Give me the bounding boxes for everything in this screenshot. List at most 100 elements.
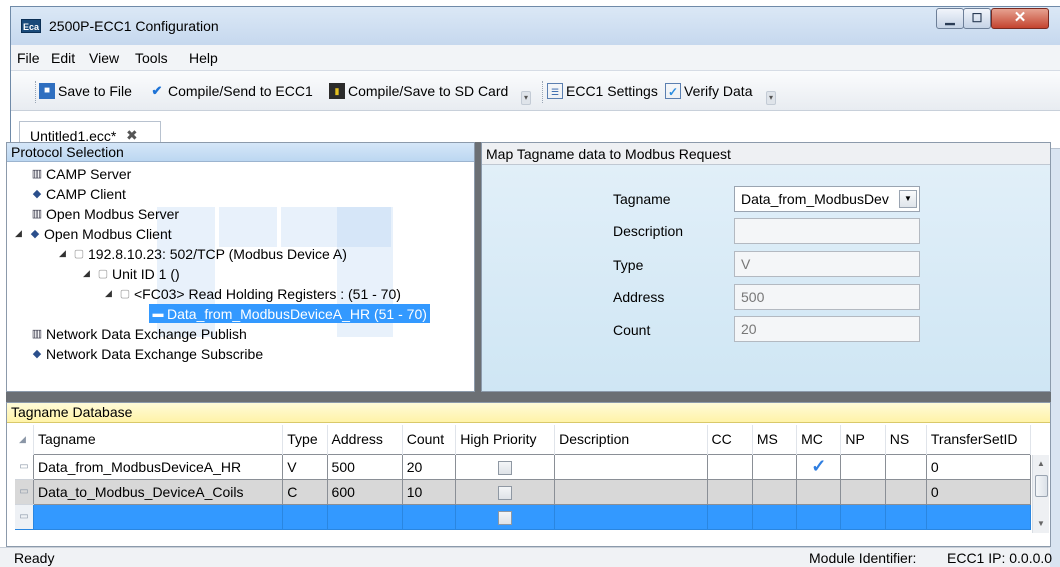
column-header-ns[interactable]: NS — [885, 425, 927, 454]
maximize-button[interactable]: ☐ — [963, 8, 991, 29]
menu-edit[interactable]: Edit — [51, 50, 75, 66]
cell-cc[interactable] — [706, 503, 753, 530]
high-priority-checkbox[interactable] — [498, 485, 513, 500]
type-field[interactable]: V — [734, 251, 920, 277]
column-header-address[interactable]: Address — [327, 425, 403, 454]
cell-high-priority[interactable] — [455, 503, 556, 530]
compile-send-button[interactable]: ✔ Compile/Send to ECC1 — [149, 83, 313, 99]
column-header-high-priority[interactable]: High Priority — [455, 425, 556, 454]
tree-item-fc03-read-holding[interactable]: ◢ ▢ <FC03> Read Holding Registers : (51 -… — [105, 284, 401, 303]
row-header[interactable]: ▭ — [15, 454, 34, 480]
cell-np[interactable] — [840, 503, 886, 530]
table-row[interactable]: ▭ Data_to_Modbus_DeviceA_Coils C 600 10 … — [15, 478, 1032, 505]
column-header-description[interactable]: Description — [554, 425, 708, 454]
cell-transfer-set-id[interactable] — [925, 503, 1032, 530]
cell-address[interactable]: 600 — [326, 478, 403, 505]
toolbar-overflow[interactable]: ▾ — [521, 91, 531, 105]
collapse-arrow-icon[interactable]: ◢ — [83, 268, 97, 279]
scroll-down-icon[interactable]: ▼ — [1037, 519, 1045, 528]
collapse-arrow-icon[interactable]: ◢ — [59, 248, 73, 259]
minimize-button[interactable]: ▁ — [936, 8, 964, 29]
title-bar[interactable]: Eca 2500P-ECC1 Configuration ▁ ☐ ✕ — [11, 7, 1060, 45]
cell-cc[interactable] — [706, 453, 753, 480]
collapse-arrow-icon[interactable]: ◢ — [105, 288, 119, 299]
cell-high-priority[interactable] — [455, 478, 556, 505]
cell-cc[interactable] — [706, 478, 753, 505]
column-header-cc[interactable]: CC — [707, 425, 753, 454]
tagname-dropdown[interactable]: Data_from_ModbusDev ▼ — [734, 186, 920, 212]
cell-transfer-set-id[interactable]: 0 — [925, 453, 1032, 480]
column-header-ms[interactable]: MS — [752, 425, 798, 454]
compile-sd-button[interactable]: ▮ Compile/Save to SD Card — [329, 83, 508, 99]
protocol-tree[interactable]: ▥ CAMP Server ◆ CAMP Client ▥ Open Modbus S… — [7, 162, 474, 391]
tree-item-nde-publish[interactable]: ▥ Network Data Exchange Publish — [31, 324, 247, 343]
toolbar-grip[interactable] — [33, 81, 36, 103]
cell-transfer-set-id[interactable]: 0 — [925, 478, 1032, 505]
tree-item-unit-id[interactable]: ◢ ▢ Unit ID 1 () — [83, 264, 180, 283]
cell-ms[interactable] — [751, 503, 798, 530]
cell-ms[interactable] — [751, 453, 798, 480]
tagname-grid[interactable]: ◢ Tagname Type Address Count High Priori… — [15, 425, 1032, 530]
save-to-file-button[interactable]: ■ Save to File — [39, 83, 132, 99]
column-header-tagname[interactable]: Tagname — [33, 425, 284, 454]
cell-description[interactable] — [554, 478, 708, 505]
cell-type[interactable] — [282, 503, 328, 530]
cell-ns[interactable] — [884, 453, 927, 480]
row-header[interactable]: ▭ — [15, 504, 34, 530]
cell-count[interactable]: 20 — [401, 453, 457, 480]
tree-item-camp-client[interactable]: ◆ CAMP Client — [31, 184, 126, 203]
cell-count[interactable]: 10 — [401, 478, 457, 505]
ecc1-settings-button[interactable]: ☰ ECC1 Settings — [547, 83, 658, 99]
cell-np[interactable] — [840, 453, 886, 480]
count-field[interactable]: 20 — [734, 316, 920, 342]
description-field[interactable] — [734, 218, 920, 244]
cell-mc[interactable] — [796, 478, 842, 505]
collapse-arrow-icon[interactable]: ◢ — [15, 228, 29, 239]
tree-item-data-from-modbus-hr[interactable]: ▬ Data_from_ModbusDeviceA_HR (51 - 70) — [149, 304, 430, 323]
cell-type[interactable]: V — [282, 453, 328, 480]
cell-np[interactable] — [840, 478, 886, 505]
cell-count[interactable] — [401, 503, 457, 530]
high-priority-checkbox[interactable] — [498, 460, 513, 475]
cell-ms[interactable] — [751, 478, 798, 505]
column-header-np[interactable]: NP — [840, 425, 886, 454]
horizontal-splitter[interactable] — [6, 392, 1051, 402]
tree-item-modbus-device-a[interactable]: ◢ ▢ 192.8.10.23: 502/TCP (Modbus Device A… — [59, 244, 347, 263]
cell-address[interactable] — [326, 503, 403, 530]
tree-item-camp-server[interactable]: ▥ CAMP Server — [31, 164, 132, 183]
scroll-up-icon[interactable]: ▲ — [1037, 459, 1045, 468]
scroll-thumb[interactable] — [1035, 475, 1048, 497]
tree-item-nde-subscribe[interactable]: ◆ Network Data Exchange Subscribe — [31, 344, 263, 363]
menu-tools[interactable]: Tools — [135, 50, 168, 66]
cell-description[interactable] — [554, 503, 708, 530]
row-header[interactable]: ▭ — [15, 479, 34, 505]
cell-tagname[interactable]: Data_from_ModbusDeviceA_HR — [33, 453, 284, 480]
cell-high-priority[interactable] — [455, 453, 556, 480]
column-header-transfer-set-id[interactable]: TransferSetID — [926, 425, 1032, 454]
cell-description[interactable] — [554, 453, 708, 480]
tree-item-open-modbus-server[interactable]: ▥ Open Modbus Server — [31, 204, 179, 223]
cell-ns[interactable] — [884, 478, 927, 505]
menu-help[interactable]: Help — [189, 50, 218, 66]
cell-address[interactable]: 500 — [326, 453, 403, 480]
chevron-down-icon[interactable]: ▼ — [899, 190, 917, 208]
cell-type[interactable]: C — [282, 478, 328, 505]
vertical-scrollbar[interactable]: ▲ ▼ — [1032, 455, 1049, 533]
toolbar-overflow-2[interactable]: ▾ — [766, 91, 776, 105]
column-header-type[interactable]: Type — [282, 425, 328, 454]
address-field[interactable]: 500 — [734, 284, 920, 310]
menu-file[interactable]: File — [17, 50, 40, 66]
select-all-corner[interactable]: ◢ — [15, 425, 35, 454]
cell-ns[interactable] — [884, 503, 927, 530]
cell-tagname[interactable]: Data_to_Modbus_DeviceA_Coils — [33, 478, 284, 505]
high-priority-checkbox[interactable] — [498, 510, 513, 525]
tree-item-open-modbus-client[interactable]: ◢ ◆ Open Modbus Client — [15, 224, 172, 243]
menu-view[interactable]: View — [89, 50, 119, 66]
close-button[interactable]: ✕ — [991, 8, 1049, 29]
checkmark-icon[interactable]: ✓ — [811, 456, 826, 476]
cell-mc[interactable] — [796, 503, 842, 530]
cell-tagname[interactable] — [33, 503, 284, 530]
cell-mc[interactable]: ✓ — [796, 453, 842, 480]
column-header-count[interactable]: Count — [402, 425, 457, 454]
table-row-new[interactable]: ▭ — [15, 503, 1032, 530]
